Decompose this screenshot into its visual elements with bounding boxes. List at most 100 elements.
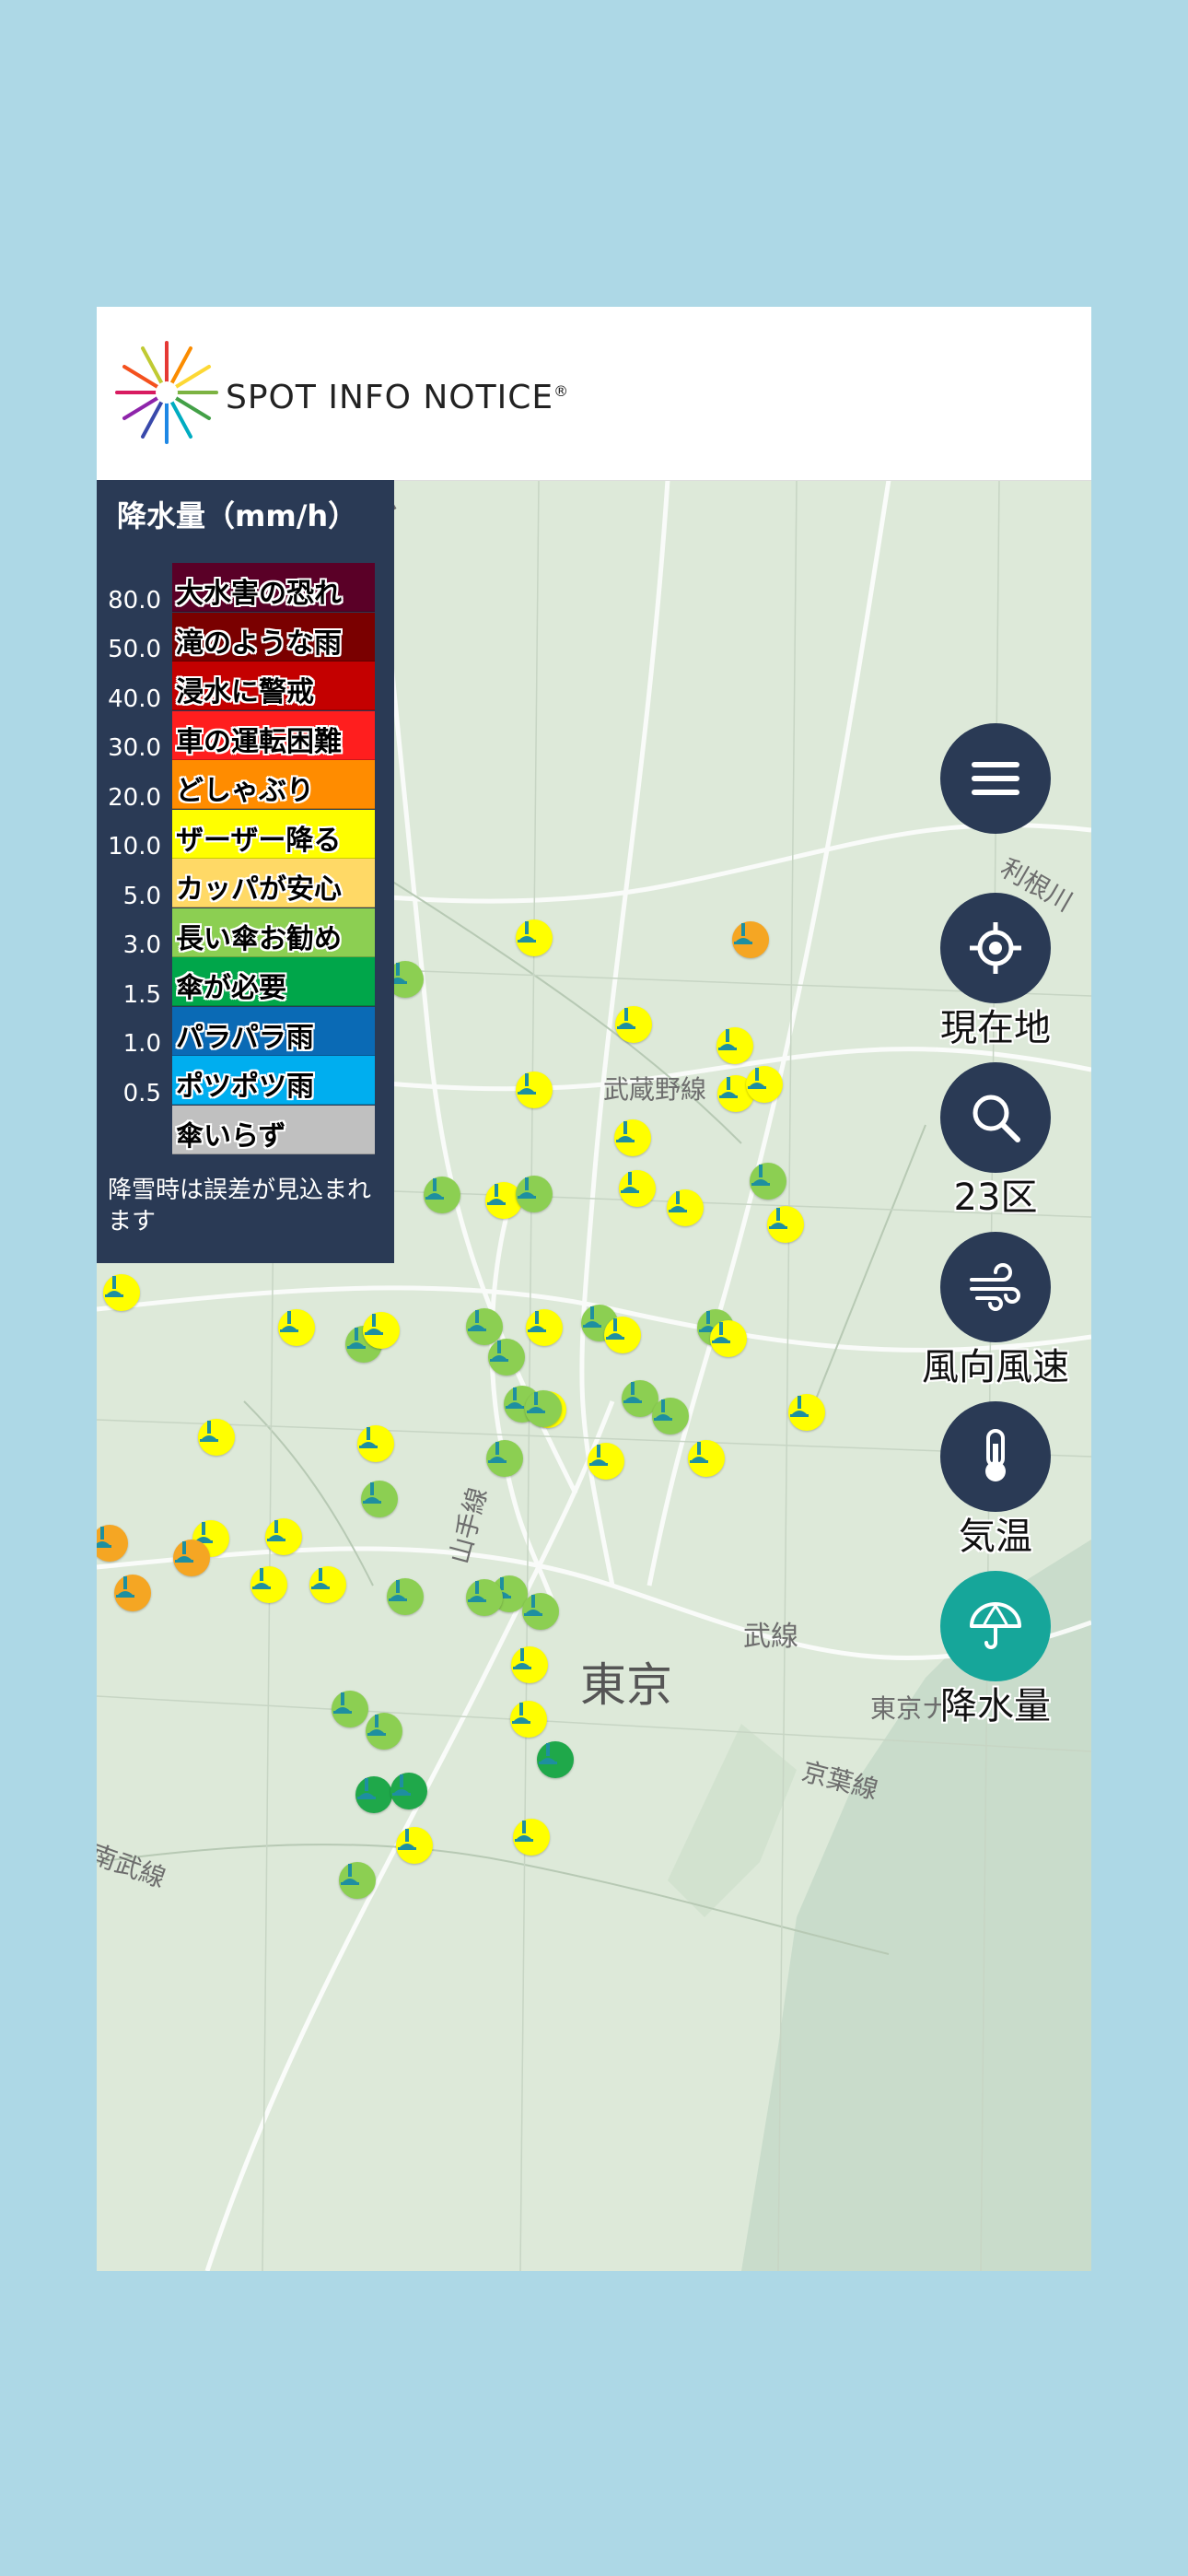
observation-point-marker[interactable] xyxy=(688,1440,725,1477)
temperature-button[interactable] xyxy=(940,1401,1051,1512)
sensor-icon xyxy=(365,1314,383,1335)
observation-point-marker[interactable] xyxy=(767,1206,804,1243)
sensor-icon xyxy=(105,1276,123,1297)
observation-point-marker[interactable] xyxy=(732,921,769,958)
sensor-icon xyxy=(389,1580,407,1601)
search-icon xyxy=(973,1095,1020,1142)
sensor-icon xyxy=(606,1318,624,1340)
precipitation-label: 降水量 xyxy=(940,1685,1051,1727)
legend-swatch: パラパラ雨 xyxy=(172,1006,375,1056)
legend-threshold: 10.0 xyxy=(108,833,161,861)
legend-swatch: 傘が必要 xyxy=(172,957,375,1006)
observation-point-marker[interactable] xyxy=(361,1481,398,1517)
observation-point-marker[interactable] xyxy=(788,1394,825,1431)
observation-point-marker[interactable] xyxy=(522,1593,559,1630)
observation-point-marker[interactable] xyxy=(486,1440,523,1477)
search-button[interactable] xyxy=(940,1062,1051,1173)
legend-swatch: 車の運転困難 xyxy=(172,710,375,760)
observation-point-marker[interactable] xyxy=(710,1320,747,1357)
observation-point-marker[interactable] xyxy=(746,1066,783,1103)
legend-threshold: 50.0 xyxy=(108,636,161,663)
legend-swatch: 長い傘お勧め xyxy=(172,907,375,957)
sensor-icon xyxy=(468,1581,486,1602)
legend-label: カッパが安心 xyxy=(176,873,342,906)
brand-name: SPOT INFO NOTICE® xyxy=(226,379,570,416)
legend-label: 車の運転困難 xyxy=(176,725,342,758)
menu-button[interactable] xyxy=(940,723,1051,834)
precipitation-button[interactable] xyxy=(940,1571,1051,1681)
observation-point-marker[interactable] xyxy=(332,1691,368,1727)
sensor-icon xyxy=(359,1427,378,1448)
sensor-icon xyxy=(518,1073,536,1095)
legend-swatch: 傘いらず xyxy=(172,1105,375,1154)
observation-point-marker[interactable] xyxy=(667,1189,704,1226)
observation-point-marker[interactable] xyxy=(357,1425,394,1462)
observation-point-marker[interactable] xyxy=(604,1317,641,1353)
sensor-icon xyxy=(398,1829,416,1850)
observation-point-marker[interactable] xyxy=(516,1176,553,1212)
observation-point-marker[interactable] xyxy=(250,1566,287,1603)
observation-point-marker[interactable] xyxy=(750,1163,786,1200)
sensor-icon xyxy=(623,1382,642,1403)
sensor-icon xyxy=(487,1184,506,1205)
observation-point-marker[interactable] xyxy=(390,1773,427,1809)
sensor-icon xyxy=(734,923,752,944)
observation-point-marker[interactable] xyxy=(355,1776,392,1813)
observation-point-marker[interactable] xyxy=(114,1575,151,1611)
observation-point-marker[interactable] xyxy=(510,1701,547,1738)
sensor-icon xyxy=(488,1442,507,1463)
sensor-icon xyxy=(669,1191,687,1212)
observation-point-marker[interactable] xyxy=(366,1713,402,1750)
legend-label: 大水害の恐れ xyxy=(176,578,342,610)
sensor-icon xyxy=(252,1568,271,1589)
map-label-sobu: 武線 xyxy=(743,1621,798,1653)
observation-point-marker[interactable] xyxy=(614,1119,651,1156)
umbrella-icon xyxy=(970,1602,1021,1649)
observation-point-marker[interactable] xyxy=(265,1518,302,1555)
observation-point-marker[interactable] xyxy=(716,1027,753,1064)
legend-swatch: 浸水に警戒 xyxy=(172,662,375,710)
current-location-button[interactable] xyxy=(940,893,1051,1003)
observation-point-marker[interactable] xyxy=(511,1646,548,1683)
observation-point-marker[interactable] xyxy=(387,1578,424,1615)
observation-point-marker[interactable] xyxy=(309,1566,346,1603)
app-window: 武蔵野線 山手線 東京 京葉線 東京ナ 武線 利根川 南武線 日 xyxy=(97,307,1091,2271)
wind-button[interactable] xyxy=(940,1232,1051,1342)
observation-point-marker[interactable] xyxy=(173,1540,210,1576)
observation-point-marker[interactable] xyxy=(198,1419,235,1456)
legend-swatch: ザーザー降る xyxy=(172,809,375,859)
legend-label: どしゃぶり xyxy=(176,775,314,807)
observation-point-marker[interactable] xyxy=(525,1390,562,1427)
observation-point-marker[interactable] xyxy=(516,1071,553,1108)
observation-point-marker[interactable] xyxy=(615,1006,652,1043)
observation-point-marker[interactable] xyxy=(588,1443,624,1480)
legend-label: 滝のような雨 xyxy=(176,626,342,660)
observation-point-marker[interactable] xyxy=(526,1309,563,1346)
sensor-icon xyxy=(367,1715,386,1736)
legend-swatch: ポツポツ雨 xyxy=(172,1056,375,1105)
observation-point-marker[interactable] xyxy=(619,1170,656,1207)
sensor-icon xyxy=(617,1008,635,1029)
sensor-icon xyxy=(712,1322,730,1343)
sensor-icon xyxy=(267,1520,285,1541)
observation-point-marker[interactable] xyxy=(516,919,553,956)
legend-threshold: 1.0 xyxy=(122,1030,161,1058)
observation-point-marker[interactable] xyxy=(396,1827,433,1864)
sensor-icon xyxy=(654,1399,672,1421)
observation-point-marker[interactable] xyxy=(488,1339,525,1376)
sensor-icon xyxy=(528,1311,546,1332)
observation-point-marker[interactable] xyxy=(466,1579,503,1616)
legend-row: 0.5 傘いらず xyxy=(97,1080,394,1154)
observation-point-marker[interactable] xyxy=(652,1398,689,1434)
sensor-icon xyxy=(490,1341,508,1362)
observation-point-marker[interactable] xyxy=(537,1741,574,1778)
observation-point-marker[interactable] xyxy=(363,1312,400,1349)
observation-point-marker[interactable] xyxy=(424,1177,460,1213)
observation-point-marker[interactable] xyxy=(513,1819,550,1856)
legend-label: パラパラ雨 xyxy=(176,1021,314,1054)
legend-threshold: 20.0 xyxy=(108,783,161,812)
observation-point-marker[interactable] xyxy=(103,1274,140,1311)
map-label-tokyo: 東京 xyxy=(580,1658,672,1712)
observation-point-marker[interactable] xyxy=(339,1862,376,1899)
observation-point-marker[interactable] xyxy=(278,1309,315,1346)
